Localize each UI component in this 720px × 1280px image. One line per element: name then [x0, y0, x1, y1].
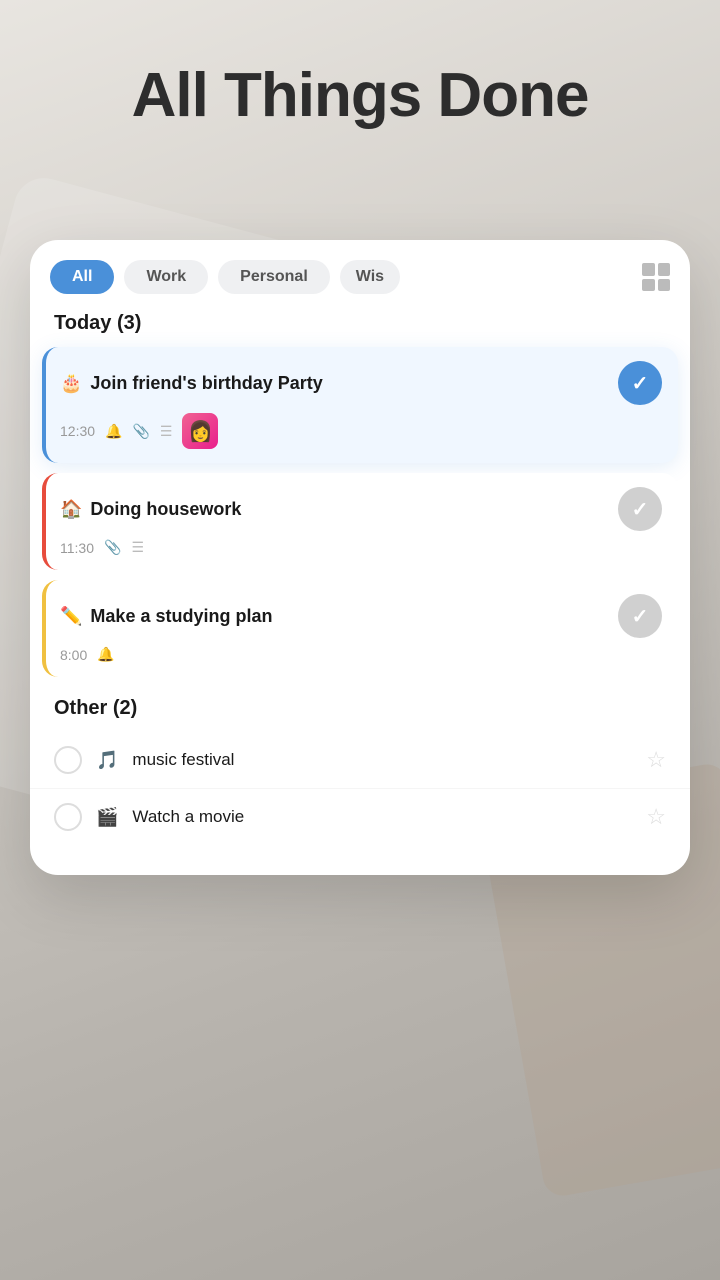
- star-icon[interactable]: ☆: [646, 747, 666, 773]
- tab-personal[interactable]: Personal: [218, 260, 330, 294]
- today-section-title: Today (3): [54, 312, 141, 334]
- attachment-icon: 📎: [132, 423, 149, 440]
- task-time: 11:30: [60, 540, 94, 556]
- check-mark-icon: ✓: [632, 371, 649, 396]
- attachment-icon: 📎: [104, 539, 121, 556]
- other-task-item[interactable]: 🎬 Watch a movie ☆: [30, 789, 690, 845]
- task-title-row: 🏠 Doing housework ✓: [60, 487, 662, 531]
- other-emoji: 🎵: [96, 750, 118, 771]
- filter-tabs-bar: All Work Personal Wis: [30, 260, 690, 294]
- task-title: Join friend's birthday Party: [90, 373, 608, 394]
- task-meta: 11:30 📎 ☰: [60, 539, 662, 556]
- task-item[interactable]: 🎂 Join friend's birthday Party ✓ 12:30 🔔…: [42, 347, 678, 463]
- tab-all[interactable]: All: [50, 260, 114, 294]
- task-time: 12:30: [60, 423, 95, 439]
- other-task-title: Watch a movie: [132, 807, 632, 827]
- task-title: Doing housework: [90, 499, 608, 520]
- task-title: Make a studying plan: [90, 606, 608, 627]
- task-meta: 8:00 🔔: [60, 646, 662, 663]
- grid-dot: [658, 263, 671, 276]
- other-section-title: Other (2): [54, 697, 137, 719]
- task-title-row: ✏️ Make a studying plan ✓: [60, 594, 662, 638]
- grid-dot: [642, 263, 655, 276]
- task-meta: 12:30 🔔 📎 ☰ 👩: [60, 413, 662, 449]
- app-title: All Things Done: [0, 60, 720, 131]
- main-card: All Work Personal Wis Today (3) 🎂 Join f…: [30, 240, 690, 875]
- task-time: 8:00: [60, 647, 87, 663]
- tab-work[interactable]: Work: [124, 260, 208, 294]
- task-check-button[interactable]: ✓: [618, 361, 662, 405]
- check-mark-icon: ✓: [632, 604, 649, 629]
- tab-wishlist[interactable]: Wis: [340, 260, 400, 294]
- other-emoji: 🎬: [96, 807, 118, 828]
- task-item[interactable]: ✏️ Make a studying plan ✓ 8:00 🔔: [42, 580, 678, 677]
- task-emoji: 🎂: [60, 373, 82, 394]
- list-icon: ☰: [131, 539, 144, 556]
- task-emoji: ✏️: [60, 606, 82, 627]
- task-thumbnail: 👩: [182, 413, 218, 449]
- other-task-item[interactable]: 🎵 music festival ☆: [30, 732, 690, 789]
- circle-check-button[interactable]: [54, 803, 82, 831]
- today-section-header: Today (3): [30, 312, 690, 335]
- grid-dot: [658, 279, 671, 292]
- list-icon: ☰: [160, 423, 173, 440]
- other-section-header: Other (2): [30, 697, 690, 720]
- task-emoji: 🏠: [60, 499, 82, 520]
- other-task-title: music festival: [132, 750, 632, 770]
- grid-view-icon[interactable]: [642, 263, 670, 291]
- bell-icon: 🔔: [105, 423, 122, 440]
- grid-dot: [642, 279, 655, 292]
- other-section: Other (2) 🎵 music festival ☆ 🎬 Watch a m…: [30, 697, 690, 845]
- task-item[interactable]: 🏠 Doing housework ✓ 11:30 📎 ☰: [42, 473, 678, 570]
- star-icon[interactable]: ☆: [646, 804, 666, 830]
- bell-icon: 🔔: [97, 646, 114, 663]
- circle-check-button[interactable]: [54, 746, 82, 774]
- task-check-button[interactable]: ✓: [618, 487, 662, 531]
- task-check-button[interactable]: ✓: [618, 594, 662, 638]
- task-title-row: 🎂 Join friend's birthday Party ✓: [60, 361, 662, 405]
- check-mark-icon: ✓: [632, 497, 649, 522]
